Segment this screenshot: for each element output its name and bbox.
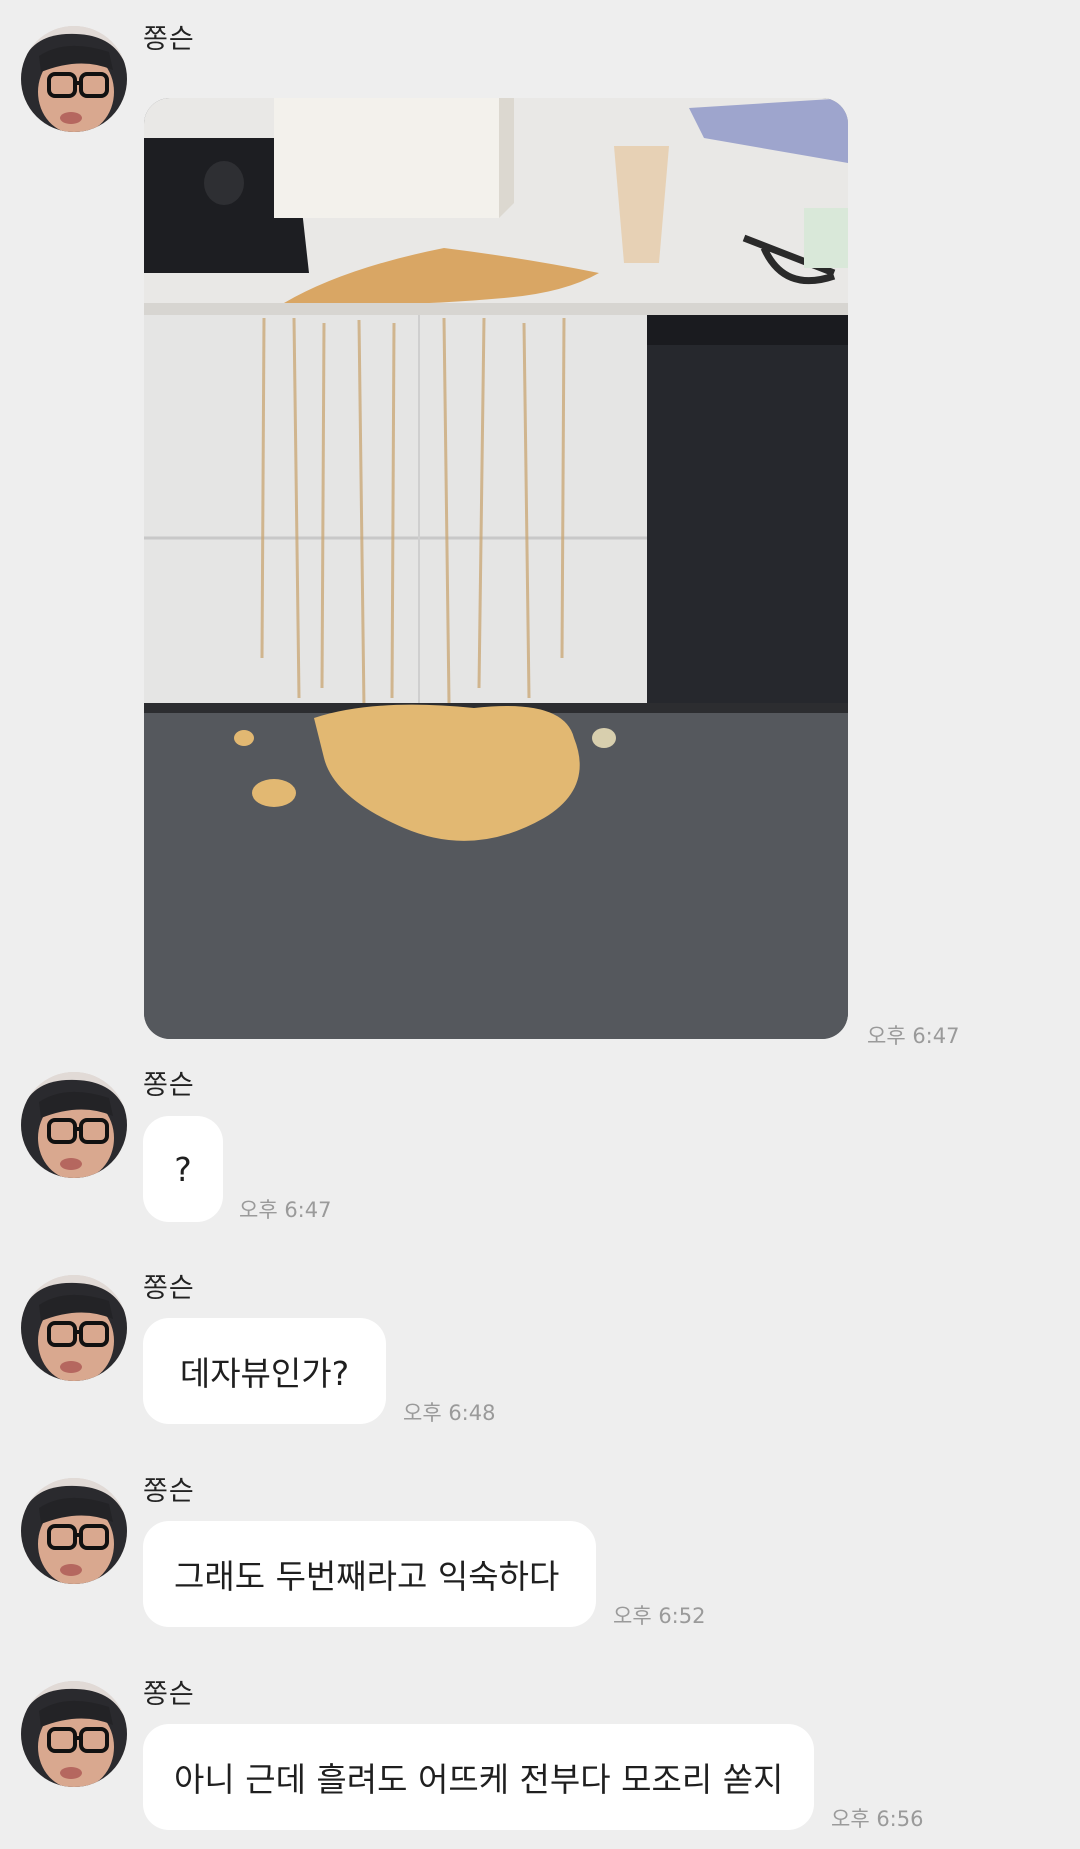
image-attachment[interactable] [144, 98, 848, 1039]
message-bubble[interactable]: 그래도 두번째라고 익숙하다 [143, 1521, 596, 1627]
avatar[interactable] [21, 26, 127, 132]
timestamp: 오후 6:48 [403, 1401, 496, 1425]
avatar-image [21, 1072, 127, 1178]
avatar[interactable] [21, 1478, 127, 1584]
message-bubble[interactable]: ? [143, 1116, 223, 1222]
sender-name: 쫑슨 [143, 1476, 195, 1507]
timestamp: 오후 6:56 [831, 1807, 924, 1831]
sender-name: 쫑슨 [143, 1679, 195, 1710]
avatar-image [21, 1681, 127, 1787]
avatar-image [21, 26, 127, 132]
message-bubble[interactable]: 데자뷰인가? [143, 1318, 386, 1424]
spilled-drink-kitchen-photo-icon [144, 98, 848, 1039]
sender-name: 쫑슨 [143, 1273, 195, 1304]
avatar-image [21, 1275, 127, 1381]
message-bubble[interactable]: 아니 근데 흘려도 어뜨케 전부다 모조리 쏟지 [143, 1724, 814, 1830]
chat-log[interactable]: 쫑슨 오후 6:47 쫑슨 ? 오후 6:47 쫑슨 데자뷰인가? 오후 6:4… [0, 0, 1080, 1849]
sender-name: 쫑슨 [143, 24, 195, 55]
sender-name: 쫑슨 [143, 1070, 195, 1101]
avatar-image [21, 1478, 127, 1584]
timestamp: 오후 6:47 [239, 1198, 332, 1222]
timestamp: 오후 6:52 [613, 1604, 706, 1628]
avatar[interactable] [21, 1072, 127, 1178]
avatar[interactable] [21, 1275, 127, 1381]
avatar[interactable] [21, 1681, 127, 1787]
timestamp: 오후 6:47 [867, 1024, 960, 1048]
